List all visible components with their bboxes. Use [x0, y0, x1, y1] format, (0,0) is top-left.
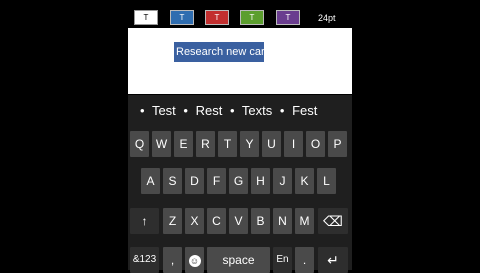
suggestion-item[interactable]: Fest [292, 103, 317, 118]
key-w[interactable]: W [152, 131, 171, 157]
emoji-icon: ☺ [188, 254, 201, 267]
key-j[interactable]: J [273, 168, 292, 194]
key-f[interactable]: F [207, 168, 226, 194]
key-g[interactable]: G [229, 168, 248, 194]
shift-key[interactable]: ↑ [130, 208, 159, 234]
period-key[interactable]: . [295, 247, 314, 273]
key-n[interactable]: N [273, 208, 292, 234]
suggestion-bullet: • [279, 103, 285, 118]
key-o[interactable]: O [306, 131, 325, 157]
color-swatch-purple[interactable]: T [276, 10, 300, 25]
key-c[interactable]: C [207, 208, 226, 234]
key-l[interactable]: L [317, 168, 336, 194]
key-v[interactable]: V [229, 208, 248, 234]
suggestion-bullet: • [140, 103, 145, 118]
symbols-key[interactable]: &123 [130, 247, 159, 273]
key-h[interactable]: H [251, 168, 270, 194]
font-size-label[interactable]: 24pt [318, 13, 336, 23]
suggestion-bullet: • [229, 103, 235, 118]
key-r[interactable]: R [196, 131, 215, 157]
key-b[interactable]: B [251, 208, 270, 234]
language-key[interactable]: En [273, 247, 292, 273]
suggestion-bar: • Test • Rest • Texts • Fest [128, 95, 352, 126]
key-p[interactable]: P [328, 131, 347, 157]
key-d[interactable]: D [185, 168, 204, 194]
key-y[interactable]: Y [240, 131, 259, 157]
suggestion-item[interactable]: Rest [196, 103, 223, 118]
key-x[interactable]: X [185, 208, 204, 234]
key-q[interactable]: Q [130, 131, 149, 157]
selected-text[interactable]: Research new car [174, 42, 265, 62]
key-z[interactable]: Z [163, 208, 182, 234]
key-t[interactable]: T [218, 131, 237, 157]
comma-key[interactable]: , [163, 247, 182, 273]
key-s[interactable]: S [163, 168, 182, 194]
key-k[interactable]: K [295, 168, 314, 194]
suggestion-item[interactable]: Test [152, 103, 176, 118]
emoji-key[interactable]: ☺ [185, 247, 204, 273]
enter-key[interactable]: ↵ [318, 247, 348, 273]
backspace-key[interactable]: ⌫ [318, 208, 348, 234]
key-a[interactable]: A [141, 168, 160, 194]
space-key[interactable]: space [207, 247, 270, 273]
key-u[interactable]: U [262, 131, 281, 157]
key-e[interactable]: E [174, 131, 193, 157]
suggestion-bullet: • [183, 103, 188, 118]
color-swatch-red[interactable]: T [205, 10, 229, 25]
color-swatch-green[interactable]: T [240, 10, 264, 25]
color-swatch-white[interactable]: T [134, 10, 158, 25]
color-swatch-blue[interactable]: T [170, 10, 194, 25]
key-i[interactable]: I [284, 131, 303, 157]
suggestion-item[interactable]: Texts [242, 103, 272, 118]
key-m[interactable]: M [295, 208, 314, 234]
